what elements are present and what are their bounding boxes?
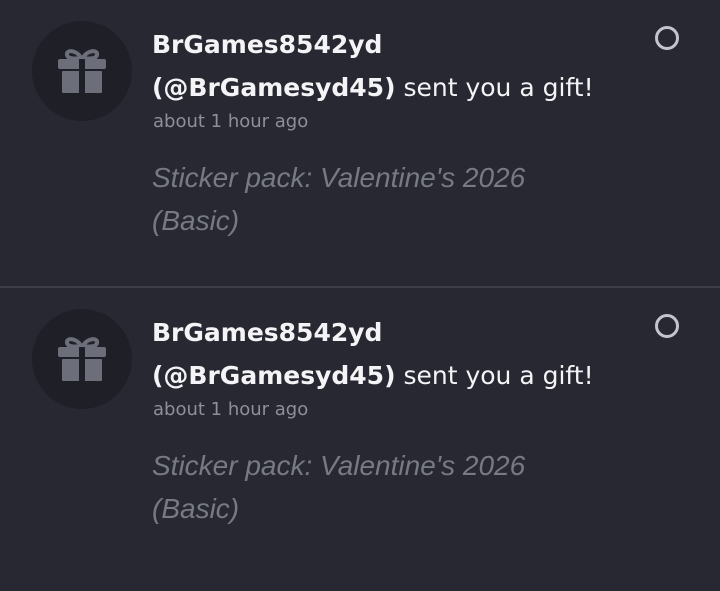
- avatar: [32, 309, 132, 409]
- unread-indicator[interactable]: [655, 314, 679, 338]
- unread-indicator[interactable]: [655, 26, 679, 50]
- notification-title: BrGames8542yd (@BrGamesyd45) sent you a g…: [152, 23, 632, 109]
- notification-body: Sticker pack: Valentine's 2026 (Basic): [152, 162, 526, 236]
- notification-title: BrGames8542yd (@BrGamesyd45) sent you a g…: [152, 311, 632, 397]
- gift-icon: [58, 337, 106, 381]
- notification-body: Sticker pack: Valentine's 2026 (Basic): [152, 450, 526, 524]
- notification-action: sent you a gift!: [395, 361, 594, 390]
- notification-item[interactable]: BrGames8542yd (@BrGamesyd45) sent you a g…: [0, 0, 720, 287]
- sender-name[interactable]: BrGames8542yd: [152, 318, 382, 347]
- notification-item[interactable]: BrGames8542yd (@BrGamesyd45) sent you a g…: [0, 288, 720, 575]
- sender-handle[interactable]: (@BrGamesyd45): [152, 73, 396, 102]
- gift-icon: [58, 49, 106, 93]
- avatar: [32, 21, 132, 121]
- notification-action: sent you a gift!: [395, 73, 594, 102]
- notification-time: about 1 hour ago: [153, 399, 309, 420]
- notification-time: about 1 hour ago: [153, 111, 309, 132]
- sender-name[interactable]: BrGames8542yd: [152, 30, 382, 59]
- sender-handle[interactable]: (@BrGamesyd45): [152, 361, 396, 390]
